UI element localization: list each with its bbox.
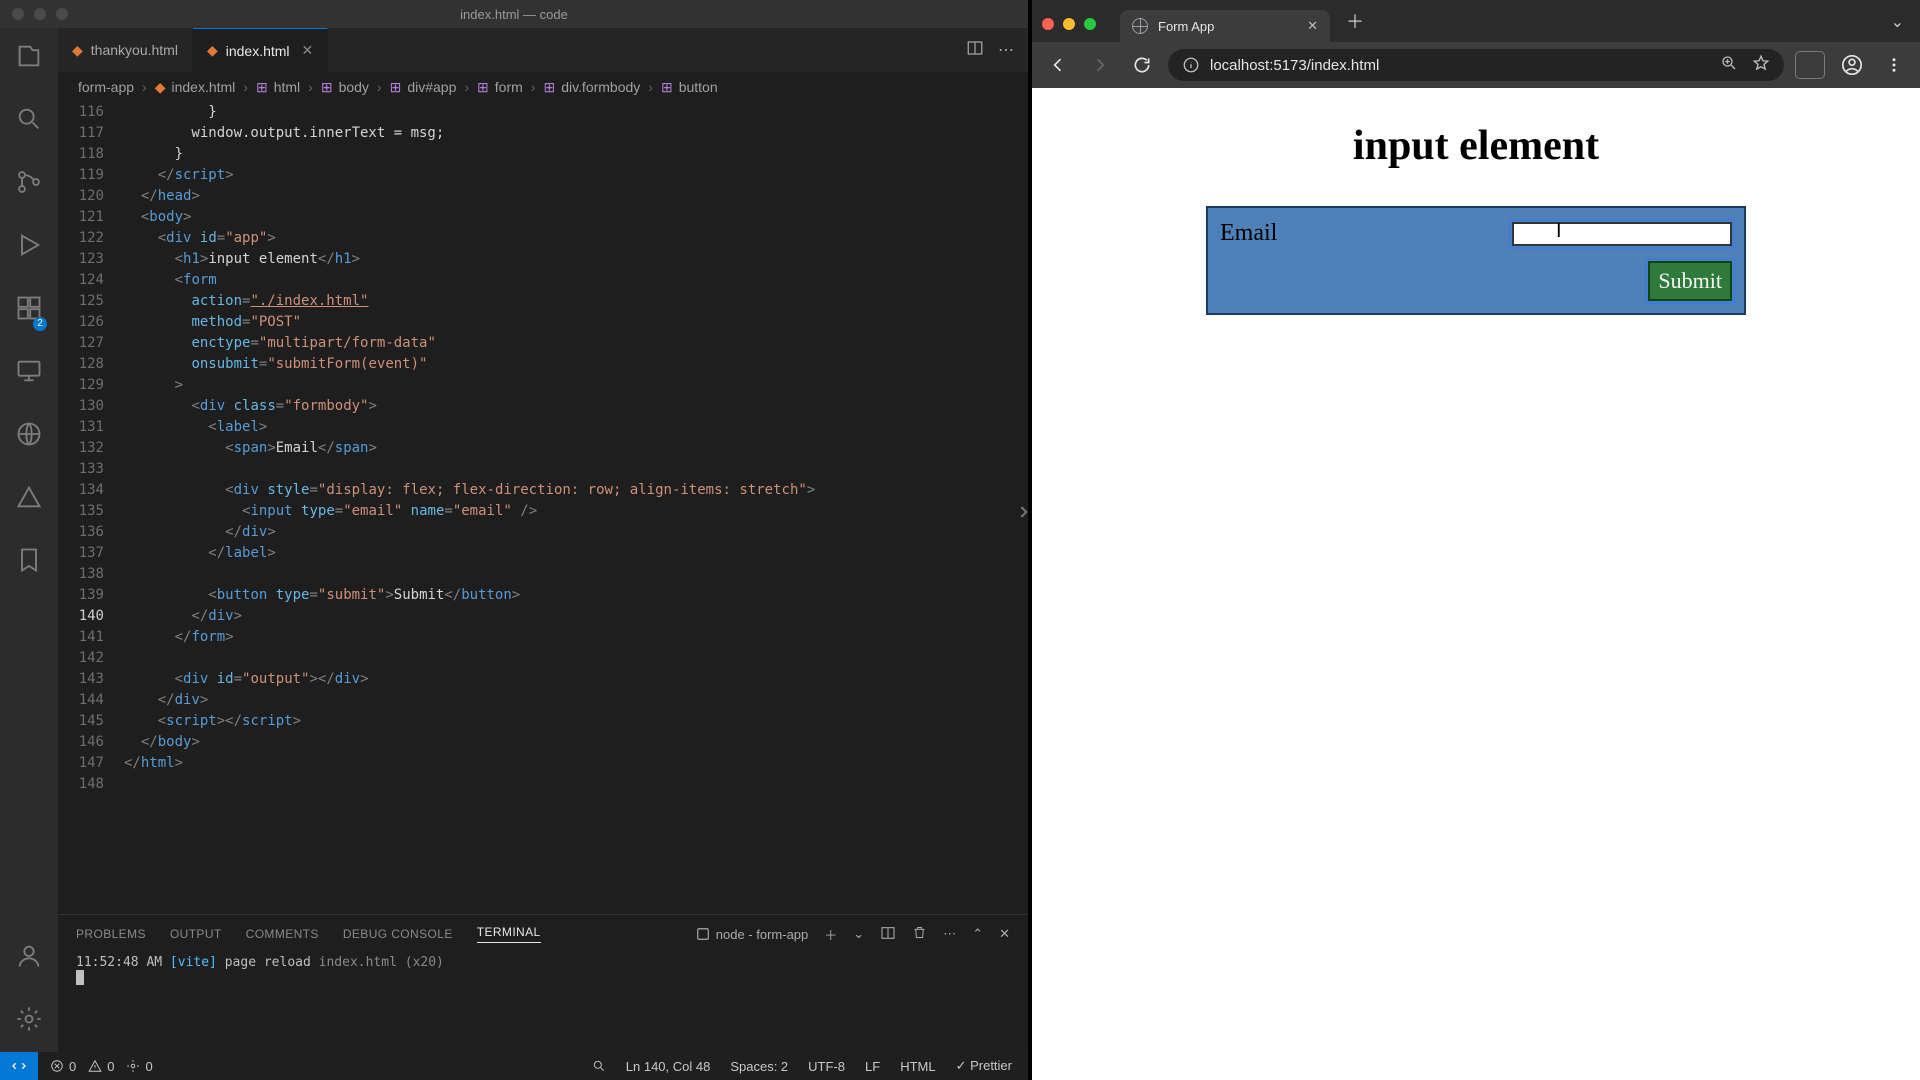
zoom-icon[interactable]	[1720, 54, 1738, 76]
new-terminal-icon[interactable]: ＋	[824, 925, 837, 944]
forward-button[interactable]	[1084, 49, 1116, 81]
kill-terminal-icon[interactable]	[912, 925, 927, 943]
email-label: Email	[1220, 220, 1277, 247]
extensions-button[interactable]	[1794, 49, 1826, 81]
email-field[interactable]	[1512, 222, 1732, 246]
status-indent[interactable]: Spaces: 2	[730, 1059, 788, 1074]
tab-title: Form App	[1158, 19, 1214, 34]
crumb[interactable]: form-app	[78, 79, 134, 95]
tab-index[interactable]: ◆ index.html ✕	[193, 28, 328, 72]
status-language[interactable]: HTML	[900, 1059, 935, 1074]
panel-tab-debug[interactable]: DEBUG CONSOLE	[343, 927, 453, 941]
settings-gear-icon[interactable]	[15, 1005, 43, 1038]
mac-close-dot[interactable]	[12, 8, 24, 20]
status-bar: 0 0 0 Ln 140, Col 48 Spaces: 2 UTF-8 LF …	[0, 1052, 1028, 1080]
new-tab-button[interactable]: ＋	[1342, 8, 1368, 34]
profile-button[interactable]	[1836, 49, 1868, 81]
address-bar[interactable]: localhost:5173/index.html	[1168, 49, 1784, 81]
mac-max-dot[interactable]	[1084, 18, 1096, 30]
chrome-toolbar: localhost:5173/index.html	[1032, 42, 1920, 88]
globe-icon	[1132, 18, 1148, 34]
browser-tab[interactable]: Form App ✕	[1120, 10, 1330, 42]
bottom-panel: PROBLEMS OUTPUT COMMENTS DEBUG CONSOLE T…	[58, 914, 1028, 1052]
vscode-title: index.html — code	[0, 7, 1028, 22]
crumb[interactable]: ◆ index.html	[155, 79, 236, 96]
status-search[interactable]	[592, 1059, 606, 1073]
mac-min-dot[interactable]	[34, 8, 46, 20]
close-icon[interactable]: ✕	[302, 42, 314, 59]
minimap-scrollbar[interactable]	[1016, 102, 1028, 914]
more-icon[interactable]: ⋯	[943, 926, 956, 942]
activity-bar: 2	[0, 28, 58, 1052]
crumb[interactable]: ⊞ button	[661, 79, 718, 96]
mac-traffic-lights[interactable]	[1042, 18, 1096, 30]
status-eol[interactable]: LF	[865, 1059, 880, 1074]
vscode-window: index.html — code 2	[0, 0, 1028, 1080]
bookmark-star-icon[interactable]	[1752, 54, 1770, 76]
remote-explorer-icon[interactable]	[15, 357, 43, 390]
split-editor-icon[interactable]	[966, 39, 984, 62]
live-share-icon[interactable]	[15, 420, 43, 453]
crumb[interactable]: ⊞ div.formbody	[543, 79, 640, 96]
mac-traffic-lights[interactable]	[12, 8, 68, 20]
panel-tab-terminal[interactable]: TERMINAL	[477, 925, 541, 943]
status-encoding[interactable]: UTF-8	[808, 1059, 845, 1074]
crumb[interactable]: ⊞ form	[477, 79, 523, 96]
search-icon[interactable]	[15, 105, 43, 138]
panel-tab-comments[interactable]: COMMENTS	[246, 927, 319, 941]
site-info-icon[interactable]	[1182, 56, 1200, 74]
testing-icon[interactable]	[15, 483, 43, 516]
page-heading: input element	[1032, 122, 1920, 170]
status-cursor[interactable]: Ln 140, Col 48	[626, 1059, 711, 1074]
tab-label: thankyou.html	[91, 42, 178, 58]
crumb[interactable]: ⊞ html	[256, 79, 300, 96]
chrome-tabstrip: Form App ✕ ＋ ⌄	[1032, 0, 1920, 42]
editor-tabbar: ◆ thankyou.html ◆ index.html ✕ ⋯	[58, 28, 1028, 72]
remote-indicator[interactable]	[0, 1052, 38, 1080]
mac-min-dot[interactable]	[1063, 18, 1075, 30]
split-terminal-icon[interactable]	[880, 925, 896, 944]
mac-max-dot[interactable]	[56, 8, 68, 20]
tabs-dropdown-icon[interactable]: ⌄	[1891, 12, 1904, 32]
page-viewport: input element Email I Submit	[1032, 88, 1920, 1080]
status-warnings[interactable]: 0	[88, 1059, 114, 1074]
status-prettier[interactable]: ✓ Prettier	[956, 1058, 1012, 1074]
run-debug-icon[interactable]	[15, 231, 43, 264]
close-panel-icon[interactable]: ✕	[999, 926, 1010, 942]
status-errors[interactable]: 0	[50, 1059, 76, 1074]
vscode-titlebar: index.html — code	[0, 0, 1028, 28]
source-control-icon[interactable]	[15, 168, 43, 201]
tab-label: index.html	[226, 43, 290, 59]
crumb[interactable]: ⊞ div#app	[390, 79, 457, 96]
chrome-menu-button[interactable]	[1878, 49, 1910, 81]
accounts-icon[interactable]	[15, 942, 43, 975]
terminal-task-icon[interactable]: node - form-app	[696, 927, 809, 942]
close-icon[interactable]: ✕	[1307, 18, 1318, 34]
terminal-dropdown-icon[interactable]: ⌄	[853, 926, 864, 942]
html-file-icon: ◆	[207, 42, 218, 59]
maximize-panel-icon[interactable]: ⌃	[972, 926, 983, 942]
reload-button[interactable]	[1126, 49, 1158, 81]
more-actions-icon[interactable]: ⋯	[998, 40, 1014, 60]
extensions-badge: 2	[33, 317, 47, 331]
form-body: Email I Submit	[1206, 206, 1746, 315]
tab-thankyou[interactable]: ◆ thankyou.html	[58, 28, 193, 72]
back-button[interactable]	[1042, 49, 1074, 81]
breadcrumbs[interactable]: form-app› ◆ index.html› ⊞ html› ⊞ body› …	[58, 72, 1028, 102]
chrome-window: Form App ✕ ＋ ⌄ localhost:5173/index.html	[1028, 0, 1920, 1080]
panel-tab-output[interactable]: OUTPUT	[170, 927, 222, 941]
bookmarks-icon[interactable]	[15, 546, 43, 579]
crumb[interactable]: ⊞ body	[321, 79, 369, 96]
terminal-cursor	[76, 970, 84, 985]
explorer-icon[interactable]	[15, 42, 43, 75]
html-file-icon: ◆	[72, 42, 83, 59]
status-ports[interactable]: 0	[126, 1059, 152, 1074]
extensions-icon[interactable]: 2	[15, 294, 43, 327]
terminal-output[interactable]: 11:52:48 AM [vite] page reload index.htm…	[58, 953, 1028, 1052]
submit-button[interactable]: Submit	[1648, 261, 1732, 301]
mac-close-dot[interactable]	[1042, 18, 1054, 30]
url-text: localhost:5173/index.html	[1210, 57, 1379, 74]
panel-tab-problems[interactable]: PROBLEMS	[76, 927, 146, 941]
code-editor[interactable]: 1161171181191201211221231241251261271281…	[58, 102, 1028, 914]
